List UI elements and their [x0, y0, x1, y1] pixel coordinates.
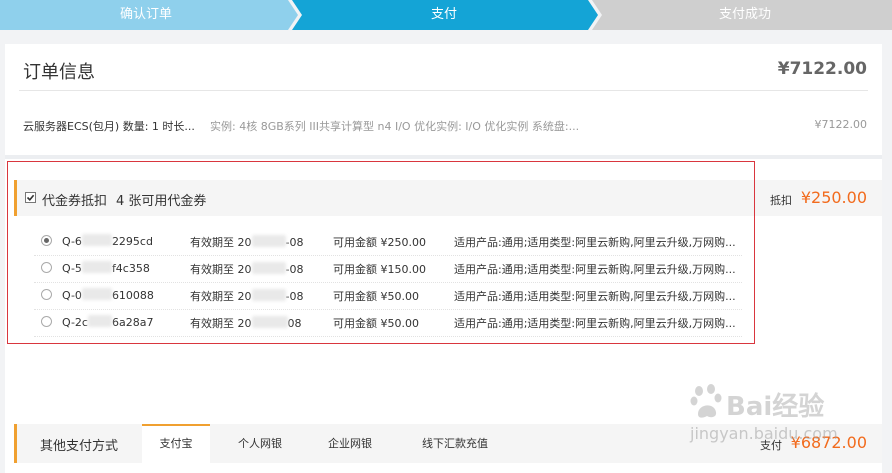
pay-total-amount: ¥6872.00 — [790, 433, 867, 452]
tab-enterprise-bank[interactable]: 企业网银 — [316, 424, 384, 463]
tab-alipay[interactable]: 支付宝 — [142, 424, 210, 463]
order-info-title: 订单信息 — [23, 62, 95, 83]
voucher-highlight-box — [7, 161, 755, 344]
product-spec: 实例: 4核 8GB系列 III共享计算型 n4 I/O 优化实例: I/O 优… — [210, 120, 580, 133]
deduct-amount: ¥250.00 — [800, 188, 867, 207]
step-pay-success: 支付成功 — [718, 7, 771, 22]
tab-personal-bank[interactable]: 个人网银 — [226, 424, 294, 463]
product-price: ¥7122.00 — [814, 118, 868, 131]
product-name: 云服务器ECS(包月) 数量: 1 时长... — [23, 120, 195, 133]
progress-steps: 确认订单 支付 支付成功 — [0, 0, 892, 30]
order-total: ¥7122.00 — [777, 59, 867, 79]
pay-total-label: 支付 — [760, 439, 782, 452]
deduct-label: 抵扣 — [770, 194, 792, 207]
section-separator — [5, 155, 882, 159]
step-pay: 支付 — [430, 7, 457, 22]
other-payment-title: 其他支付方式 — [40, 439, 119, 454]
order-divider — [19, 90, 868, 91]
section-accent-bar — [14, 424, 17, 463]
other-payment-bar: 其他支付方式 支付宝 个人网银 企业网银 线下汇款充值 支付 ¥6872.00 — [14, 424, 882, 463]
tab-offline-remittance[interactable]: 线下汇款充值 — [412, 424, 498, 463]
step-confirm-order: 确认订单 — [119, 7, 172, 22]
